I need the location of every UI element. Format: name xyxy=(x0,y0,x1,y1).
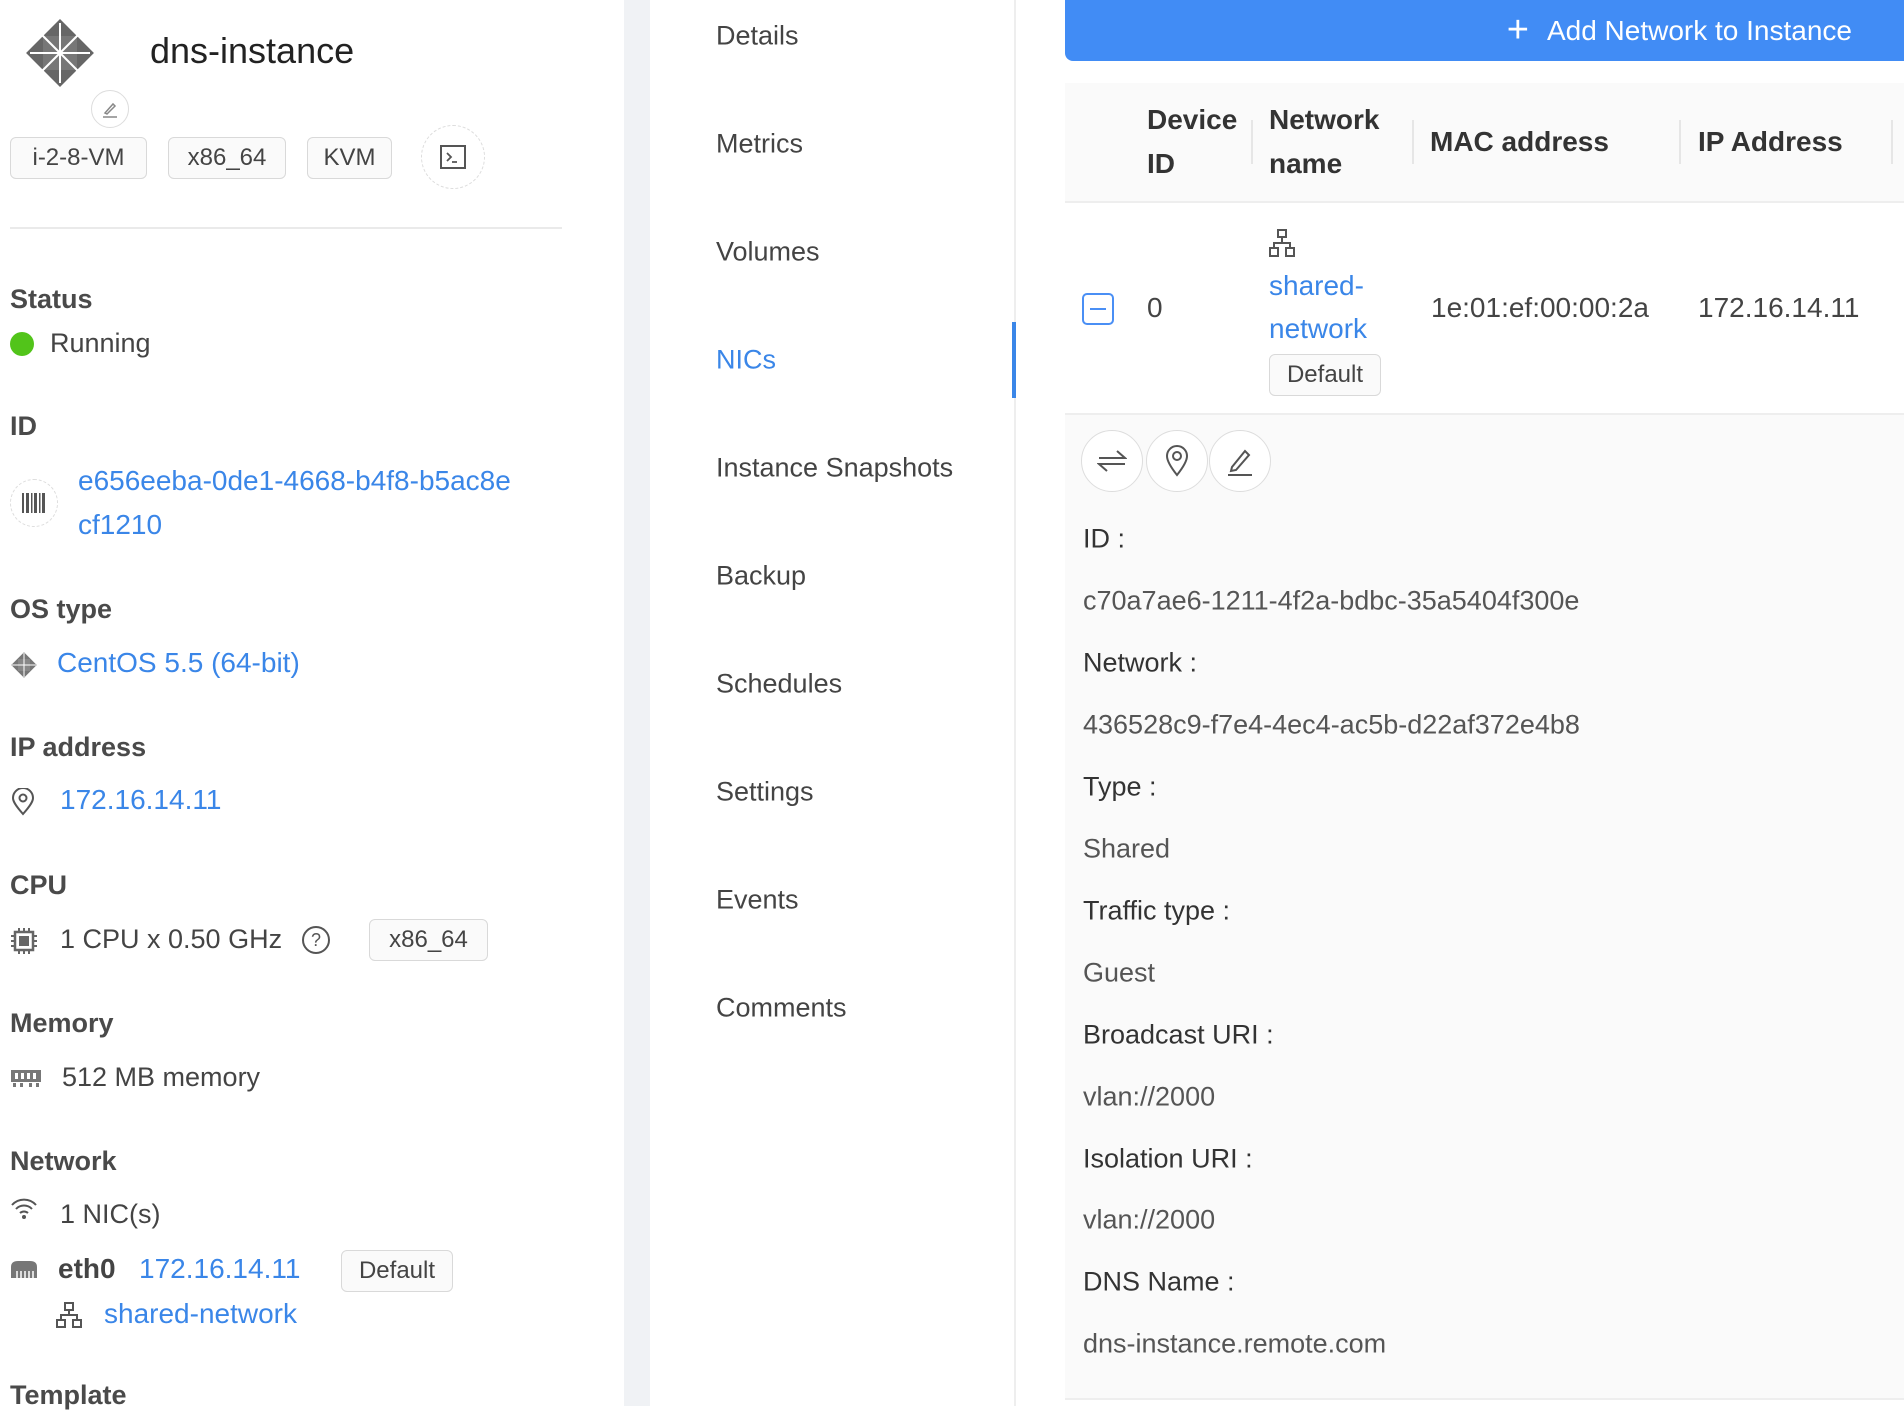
centos-icon xyxy=(10,651,38,679)
column-separator xyxy=(1891,120,1893,164)
detail-network-value: 436528c9-f7e4-4ec4-ac5b-d22af372e4b8 xyxy=(1083,709,1580,740)
detail-broadcast-uri-label: Broadcast URI : xyxy=(1083,1019,1274,1050)
detail-broadcast-uri-value: vlan://2000 xyxy=(1083,1081,1216,1112)
detail-traffic-type-value: Guest xyxy=(1083,957,1156,988)
memory-icon xyxy=(10,1068,42,1088)
header-ip-address: IP Address xyxy=(1698,126,1843,157)
location-icon xyxy=(1165,445,1189,477)
cpu-arch-tag: x86_64 xyxy=(369,919,488,961)
memory-label: Memory xyxy=(10,1008,114,1038)
cpu-value: 1 CPU x 0.50 GHz xyxy=(60,924,283,954)
tabs-border xyxy=(1014,0,1016,1406)
tab-comments[interactable]: Comments xyxy=(716,993,847,1024)
tab-volumes[interactable]: Volumes xyxy=(716,237,820,268)
console-button[interactable] xyxy=(421,125,485,189)
edit-icon xyxy=(1228,449,1252,476)
active-tab-indicator xyxy=(1012,322,1016,398)
detail-id-label: ID : xyxy=(1083,523,1126,554)
panel-gap xyxy=(624,0,650,1406)
cpu-help-icon[interactable]: ? xyxy=(302,926,330,954)
ethernet-icon xyxy=(10,1259,38,1279)
detail-isolation-uri-value: vlan://2000 xyxy=(1083,1204,1216,1235)
divider xyxy=(10,227,562,229)
nic-network-link[interactable]: shared-network xyxy=(104,1298,297,1330)
collapse-row-button[interactable] xyxy=(1082,293,1114,325)
network-name-link[interactable]: shared- xyxy=(1269,270,1364,302)
tab-backup[interactable]: Backup xyxy=(716,561,806,592)
nic-name: eth0 xyxy=(58,1253,116,1284)
instance-name: dns-instance xyxy=(150,30,355,71)
nic-ip-link[interactable]: 172.16.14.11 xyxy=(139,1253,300,1285)
cpu-chip-icon xyxy=(10,927,38,955)
secondary-ip-button[interactable] xyxy=(1146,430,1208,492)
os-type-link[interactable]: CentOS 5.5 (64-bit) xyxy=(57,647,300,679)
cpu-label: CPU xyxy=(10,870,68,900)
tab-details[interactable]: Details xyxy=(716,21,799,52)
id-label: ID xyxy=(10,411,37,441)
ip-address-link[interactable]: 172.16.14.11 xyxy=(60,784,221,816)
wifi-icon xyxy=(10,1197,38,1221)
header-network-name: Network name xyxy=(1269,104,1380,179)
network-name-link-cont[interactable]: network xyxy=(1269,313,1367,345)
tag-arch: x86_64 xyxy=(168,137,286,179)
tab-events[interactable]: Events xyxy=(716,885,799,916)
device-id-cell: 0 xyxy=(1147,292,1163,323)
instance-id-link-cont[interactable]: cf1210 xyxy=(78,509,162,541)
template-label: Template xyxy=(10,1380,127,1410)
add-network-button[interactable]: + Add Network to Instance xyxy=(1065,0,1904,61)
edit-name-button[interactable] xyxy=(91,90,129,128)
detail-dns-name-value: dns-instance.remote.com xyxy=(1083,1328,1387,1359)
nic-count: 1 NIC(s) xyxy=(60,1199,161,1229)
column-separator xyxy=(1251,120,1253,164)
barcode-icon xyxy=(22,493,45,513)
nic-default-tag: Default xyxy=(341,1250,453,1292)
column-separator xyxy=(1679,120,1681,164)
detail-id-value: c70a7ae6-1211-4f2a-bdbc-35a5404f300e xyxy=(1083,585,1580,616)
location-icon xyxy=(11,788,35,816)
swap-icon xyxy=(1097,450,1127,472)
tab-schedules[interactable]: Schedules xyxy=(716,669,842,700)
memory-value: 512 MB memory xyxy=(62,1062,261,1092)
ip-cell: 172.16.14.11 xyxy=(1698,292,1860,323)
network-topology-icon xyxy=(1269,229,1295,257)
tab-instance-snapshots[interactable]: Instance Snapshots xyxy=(716,453,953,484)
network-label: Network xyxy=(10,1146,117,1176)
ip-address-label: IP address xyxy=(10,732,147,762)
status-label: Status xyxy=(10,284,93,314)
detail-network-label: Network : xyxy=(1083,647,1198,678)
minus-icon xyxy=(1090,308,1106,310)
detail-type-label: Type : xyxy=(1083,771,1157,802)
tab-metrics[interactable]: Metrics xyxy=(716,129,803,160)
update-ip-button[interactable] xyxy=(1081,430,1143,492)
detail-type-value: Shared xyxy=(1083,833,1171,864)
header-device-id: Device ID xyxy=(1147,104,1238,179)
column-separator xyxy=(1412,120,1414,164)
detail-traffic-type-label: Traffic type : xyxy=(1083,895,1231,926)
plus-icon: + xyxy=(1506,9,1529,51)
status-dot xyxy=(10,332,34,356)
detail-dns-name-label: DNS Name : xyxy=(1083,1266,1235,1297)
detail-isolation-uri-label: Isolation URI : xyxy=(1083,1143,1253,1174)
mac-cell: 1e:01:ef:00:00:2a xyxy=(1431,292,1649,323)
status-value: Running xyxy=(50,328,151,358)
network-topology-icon xyxy=(56,1302,82,1328)
add-network-label: Add Network to Instance xyxy=(1546,14,1852,46)
tab-settings[interactable]: Settings xyxy=(716,777,814,808)
terminal-icon xyxy=(440,145,466,169)
os-type-label: OS type xyxy=(10,594,113,624)
edit-nic-button[interactable] xyxy=(1209,430,1271,492)
tag-hypervisor: KVM xyxy=(307,137,392,179)
instance-id-link[interactable]: e656eeba-0de1-4668-b4f8-b5ac8e xyxy=(78,465,511,497)
default-tag: Default xyxy=(1269,354,1381,396)
tab-nics[interactable]: NICs xyxy=(716,345,776,376)
copy-id-button[interactable] xyxy=(10,479,58,527)
edit-icon xyxy=(103,102,117,118)
centos-logo-icon xyxy=(22,15,98,91)
tag-instance-internal-name: i-2-8-VM xyxy=(10,137,147,179)
header-mac-address: MAC address xyxy=(1430,126,1609,157)
